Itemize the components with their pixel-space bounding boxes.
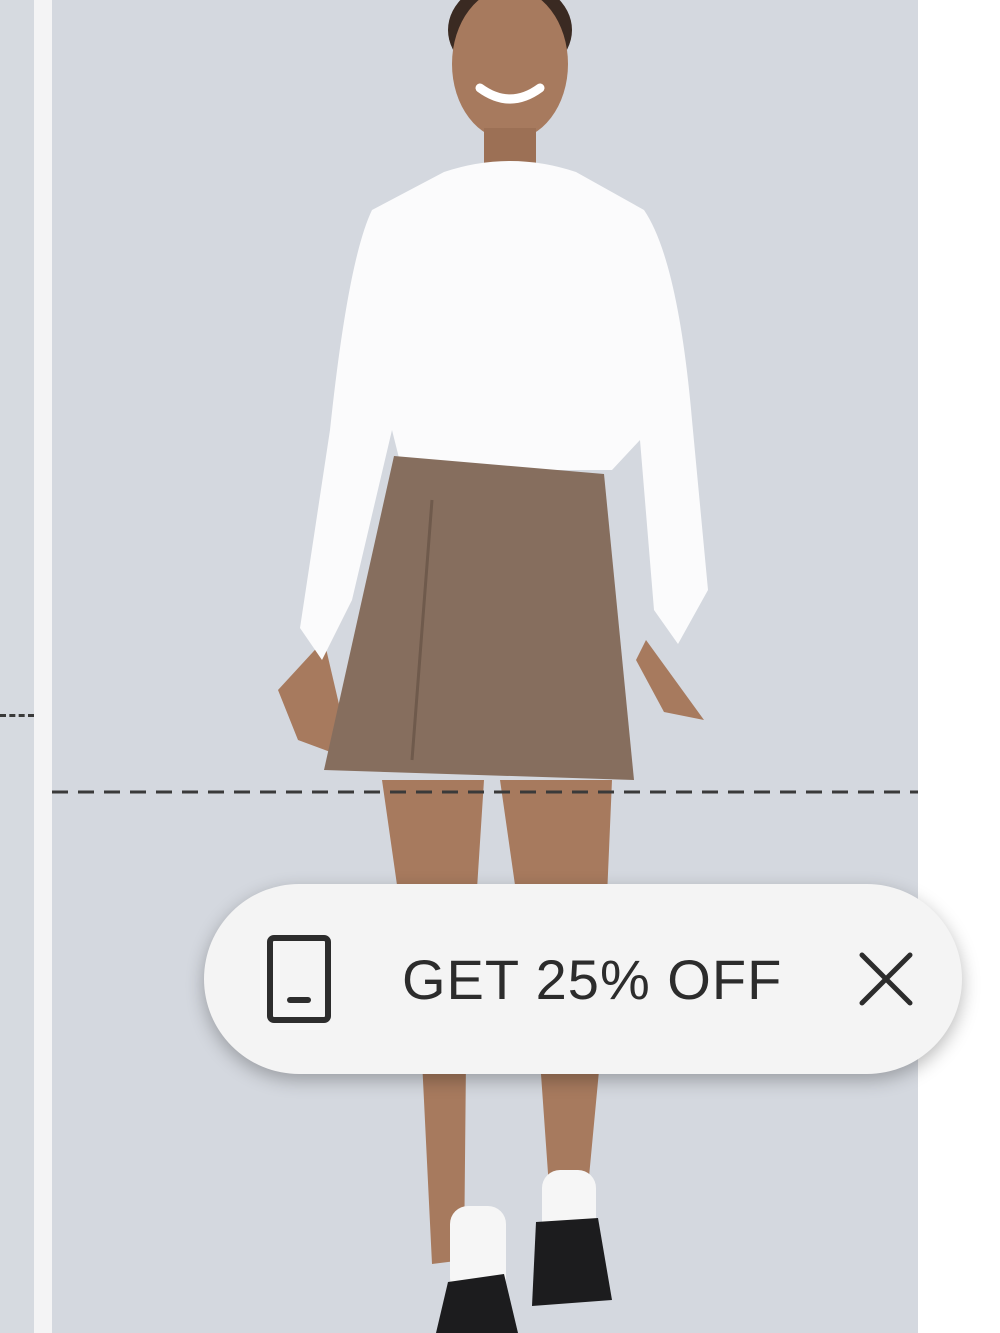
promo-banner[interactable]: GET 25% OFF <box>204 884 962 1074</box>
model-illustration <box>52 0 918 1333</box>
product-image[interactable] <box>52 0 918 1333</box>
model-left-shoe <box>436 1274 518 1333</box>
previous-product-image[interactable] <box>0 0 34 1333</box>
promo-label[interactable]: GET 25% OFF <box>402 947 856 1012</box>
mobile-phone-icon <box>266 934 332 1024</box>
product-gallery[interactable]: GET 25% OFF <box>0 0 1000 1333</box>
model-face <box>452 0 568 140</box>
gallery-margin <box>918 0 1000 1333</box>
measurement-guide-line <box>0 714 34 717</box>
close-icon <box>859 952 913 1006</box>
gallery-divider <box>34 0 52 1333</box>
model-right-shoe <box>532 1218 612 1306</box>
model-right-hand <box>636 640 704 720</box>
close-promo-button[interactable] <box>856 949 916 1009</box>
